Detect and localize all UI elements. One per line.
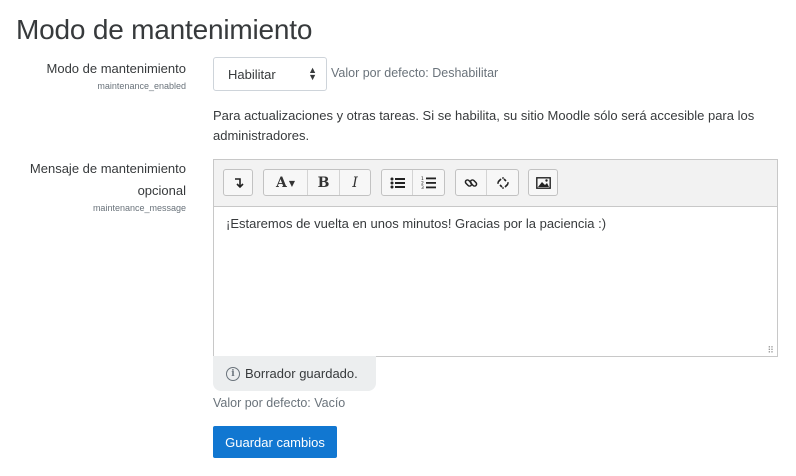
- draft-status: i Borrador guardado.: [213, 356, 376, 391]
- maintenance-message-default: Valor por defecto: Vacío: [213, 396, 346, 410]
- toolbar-group-style: A ▼ B I: [263, 169, 371, 196]
- maintenance-mode-select[interactable]: Habilitar ▲ ▼: [213, 57, 327, 91]
- collapse-toolbar-button[interactable]: [224, 170, 252, 195]
- italic-icon: I: [352, 174, 358, 191]
- unlink-button[interactable]: [487, 170, 518, 195]
- ordered-list-icon: 1 2 3: [421, 176, 436, 189]
- select-arrows-icon: ▲ ▼: [308, 65, 317, 82]
- maintenance-enabled-description: Para actualizaciones y otras tareas. Si …: [213, 108, 755, 143]
- draft-status-text: Borrador guardado.: [245, 366, 358, 381]
- italic-button[interactable]: I: [340, 170, 370, 195]
- message-editor-content[interactable]: ¡Estaremos de vuelta en unos minutos! Gr…: [214, 206, 777, 356]
- bold-button[interactable]: B: [308, 170, 340, 195]
- bold-icon: B: [317, 174, 330, 191]
- maintenance-message-label-line1: Mensaje de mantenimiento: [29, 161, 186, 176]
- maintenance-message-setting-name: maintenance_message: [92, 203, 186, 213]
- rich-text-editor: A ▼ B I 1 2 3 ¡Estaremos de vuelta en un…: [213, 159, 778, 357]
- toolbar-group-list: 1 2 3: [381, 169, 445, 196]
- link-button[interactable]: [456, 170, 487, 195]
- maintenance-message-label-block: Mensaje de mantenimiento opcional mainte…: [30, 158, 186, 214]
- resize-handle-icon[interactable]: ⠿: [767, 346, 774, 355]
- svg-text:3: 3: [421, 185, 424, 189]
- paragraph-styles-icon: A ▼: [275, 174, 296, 191]
- maintenance-message-label: Mensaje de mantenimiento opcional: [30, 158, 186, 202]
- toolbar-group-collapse: [223, 169, 253, 196]
- page-title: Modo de mantenimiento: [16, 14, 313, 45]
- toolbar-group-files: [528, 169, 558, 196]
- maintenance-enabled-setting-name: maintenance_enabled: [97, 81, 186, 91]
- maintenance-enabled-label-block: Modo de mantenimiento maintenance_enable…: [47, 58, 186, 92]
- save-changes-button[interactable]: Guardar cambios: [213, 426, 337, 458]
- collapse-icon: [235, 177, 244, 188]
- ordered-list-button[interactable]: 1 2 3: [413, 170, 444, 195]
- info-icon: i: [226, 366, 240, 381]
- editor-toolbar: A ▼ B I 1 2 3: [214, 160, 777, 206]
- maintenance-enabled-default: Valor por defecto: Deshabilitar: [331, 66, 499, 80]
- toolbar-group-links: [455, 169, 519, 196]
- maintenance-message-label-line2: opcional: [137, 183, 186, 198]
- unlink-icon: [496, 176, 509, 189]
- maintenance-enabled-label: Modo de mantenimiento: [46, 61, 186, 76]
- insert-image-button[interactable]: [529, 170, 557, 195]
- image-icon: [535, 176, 551, 189]
- unordered-list-icon: [390, 177, 405, 188]
- maintenance-mode-selected-value: Habilitar: [228, 66, 276, 82]
- link-icon: [464, 178, 478, 187]
- unordered-list-button[interactable]: [382, 170, 413, 195]
- paragraph-styles-button[interactable]: A ▼: [264, 170, 308, 195]
